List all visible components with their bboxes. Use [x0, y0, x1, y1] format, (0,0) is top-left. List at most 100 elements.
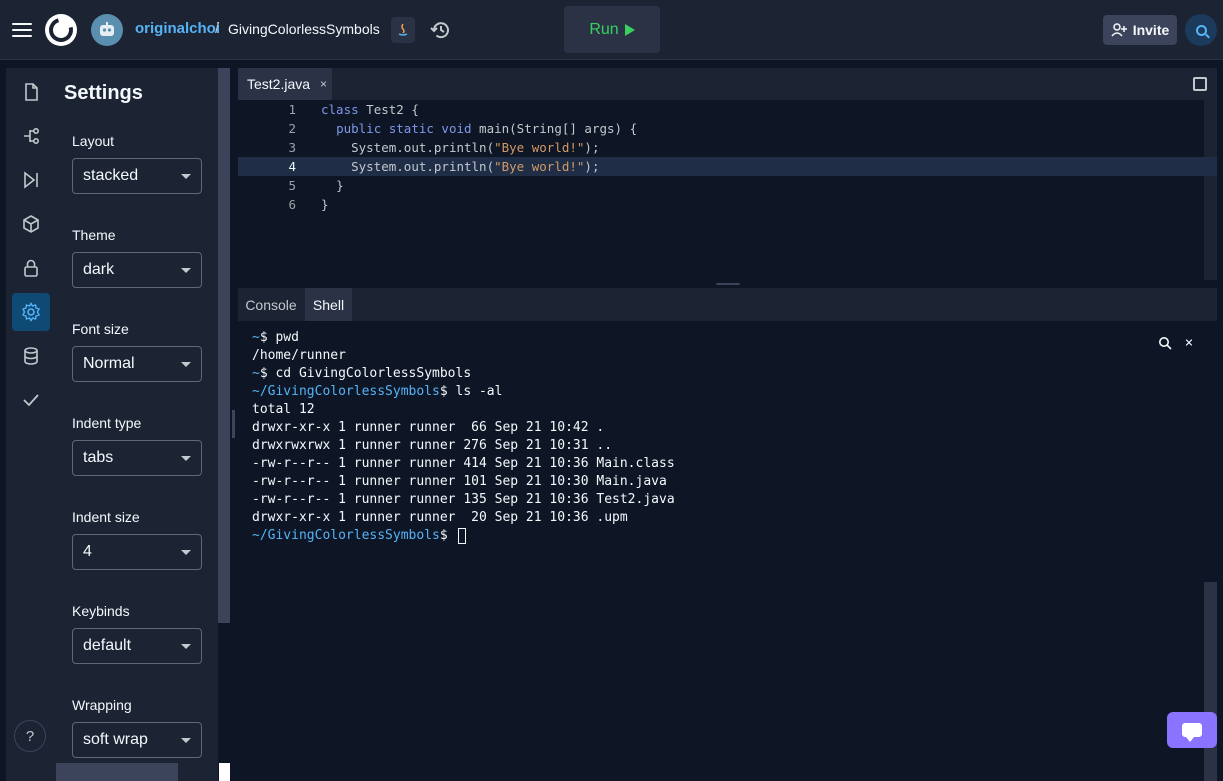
java-icon[interactable]: [391, 17, 415, 43]
left-rail: ?: [6, 68, 50, 781]
line-number: 3: [288, 140, 296, 155]
panel-resize-handle[interactable]: [232, 410, 235, 438]
terminal-line: ~/GivingColorlessSymbols$ ls -al: [252, 384, 503, 399]
search-button[interactable]: [1185, 14, 1217, 46]
indent-size-value: 4: [83, 543, 92, 560]
indent-type-select[interactable]: tabs: [72, 440, 202, 476]
check-icon[interactable]: [12, 381, 50, 419]
terminal-toolbar: ×: [1155, 333, 1199, 353]
chevron-down-icon: [181, 550, 191, 555]
code-line-highlighted: 4 System.out.println("Bye world!");: [238, 157, 1217, 176]
settings-footer-bar: [56, 763, 178, 781]
indent-type-label: Indent type: [72, 415, 142, 431]
terminal-line: ~$ pwd: [252, 330, 299, 345]
code-text: System.out.println("Bye world!");: [351, 159, 600, 174]
chevron-down-icon: [181, 174, 191, 179]
editor-console-resize-handle[interactable]: [716, 283, 740, 285]
terminal-line: -rw-r--r-- 1 runner runner 101 Sep 21 10…: [252, 474, 667, 489]
chevron-down-icon: [181, 738, 191, 743]
layout-label: Layout: [72, 133, 115, 149]
chat-button[interactable]: [1167, 712, 1217, 748]
packages-icon[interactable]: [12, 205, 50, 243]
layout-select[interactable]: stacked: [72, 158, 202, 194]
database-icon[interactable]: [12, 337, 50, 375]
tab-test2-java[interactable]: Test2.java ×: [238, 68, 332, 100]
code-text: }: [336, 178, 344, 193]
theme-select[interactable]: dark: [72, 252, 202, 288]
chevron-down-icon: [181, 268, 191, 273]
layout-value: stacked: [83, 167, 139, 184]
terminal-scrollbar[interactable]: [1204, 582, 1217, 781]
code-text: public static void main(String[] args) {: [336, 121, 638, 136]
settings-title: Settings: [64, 82, 143, 104]
replit-logo[interactable]: [45, 14, 77, 46]
line-number: 2: [288, 121, 296, 136]
code-text: }: [321, 197, 329, 212]
help-label: ?: [25, 727, 35, 745]
code-line: 3 System.out.println("Bye world!");: [238, 138, 1217, 157]
terminal-line: drwxrwxrwx 1 runner runner 276 Sep 21 10…: [252, 438, 613, 453]
run-button[interactable]: Run: [564, 6, 660, 53]
line-number: 6: [288, 197, 296, 212]
code-line: 1 class Test2 {: [238, 100, 1217, 119]
keybinds-value: default: [83, 637, 132, 654]
theme-label: Theme: [72, 227, 116, 243]
editor-menu-icon[interactable]: [1193, 77, 1207, 91]
code-text: class Test2 {: [321, 102, 419, 117]
terminal-line: -rw-r--r-- 1 runner runner 135 Sep 21 10…: [252, 492, 675, 507]
wrapping-select[interactable]: soft wrap: [72, 722, 202, 758]
avatar[interactable]: [91, 14, 123, 46]
chat-icon: [1182, 723, 1202, 742]
files-icon[interactable]: [12, 73, 50, 111]
font-size-value: Normal: [83, 355, 135, 372]
font-size-label: Font size: [72, 321, 129, 337]
editor-panel: Test2.java × 1 class Test2 { 2 public st…: [238, 68, 1217, 280]
code-area[interactable]: 1 class Test2 { 2 public static void mai…: [238, 100, 1217, 280]
terminal-line: drwxr-xr-x 1 runner runner 20 Sep 21 10:…: [252, 510, 628, 525]
line-number: 4: [288, 159, 296, 174]
close-icon[interactable]: ×: [320, 77, 327, 91]
code-line: 5 }: [238, 176, 1217, 195]
chevron-down-icon: [181, 644, 191, 649]
invite-button[interactable]: Invite: [1103, 15, 1177, 45]
scroll-corner: [219, 763, 230, 781]
code-text: System.out.println("Bye world!");: [351, 140, 600, 155]
indent-size-label: Indent size: [72, 509, 140, 525]
debugger-icon[interactable]: [12, 161, 50, 199]
search-icon: [1195, 24, 1207, 36]
terminal-search-icon[interactable]: [1155, 333, 1175, 353]
repl-name[interactable]: GivingColorlessSymbols: [228, 21, 380, 37]
settings-scrollbar[interactable]: [218, 68, 230, 623]
line-number: 5: [288, 178, 296, 193]
code-line: 6 }: [238, 195, 1217, 214]
owner-link[interactable]: originalchoi: [135, 20, 220, 37]
secrets-icon[interactable]: [12, 249, 50, 287]
wrapping-value: soft wrap: [83, 731, 148, 748]
indent-size-select[interactable]: 4: [72, 534, 202, 570]
tab-console[interactable]: Console: [238, 288, 304, 321]
line-number: 1: [288, 102, 296, 117]
shell-terminal[interactable]: ~$ pwd /home/runner ~$ cd GivingColorles…: [238, 321, 1217, 781]
keybinds-label: Keybinds: [72, 603, 130, 619]
terminal-line: -rw-r--r-- 1 runner runner 414 Sep 21 10…: [252, 456, 675, 471]
chevron-down-icon: [181, 456, 191, 461]
terminal-line: /home/runner: [252, 348, 346, 363]
top-bar: originalchoi / GivingColorlessSymbols Ru…: [0, 0, 1223, 60]
terminal-line: ~/GivingColorlessSymbols$: [252, 527, 1217, 545]
chevron-down-icon: [181, 362, 191, 367]
code-line: 2 public static void main(String[] args)…: [238, 119, 1217, 138]
robot-icon: [100, 22, 114, 36]
history-icon[interactable]: [428, 17, 454, 43]
keybinds-select[interactable]: default: [72, 628, 202, 664]
settings-icon[interactable]: [12, 293, 50, 331]
git-icon[interactable]: [12, 117, 50, 155]
run-label: Run: [589, 20, 619, 38]
terminal-line: total 12: [252, 402, 315, 417]
tab-shell[interactable]: Shell: [305, 288, 352, 321]
terminal-line: ~$ cd GivingColorlessSymbols: [252, 366, 472, 381]
help-button[interactable]: ?: [14, 720, 46, 752]
close-icon[interactable]: ×: [1179, 333, 1199, 353]
font-size-select[interactable]: Normal: [72, 346, 202, 382]
menu-icon[interactable]: [10, 18, 34, 42]
add-user-icon: [1111, 23, 1127, 37]
